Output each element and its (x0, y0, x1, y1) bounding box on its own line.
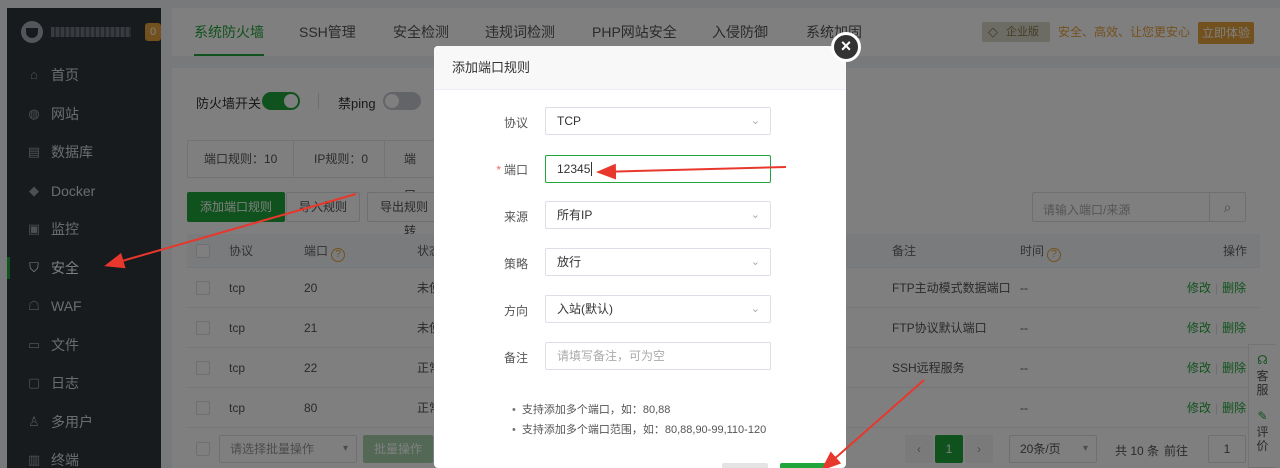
annotation-arrows (104, 163, 925, 468)
arrow-to-port (596, 163, 787, 180)
arrow-to-confirm (820, 379, 925, 468)
arrow-to-security (104, 193, 357, 269)
